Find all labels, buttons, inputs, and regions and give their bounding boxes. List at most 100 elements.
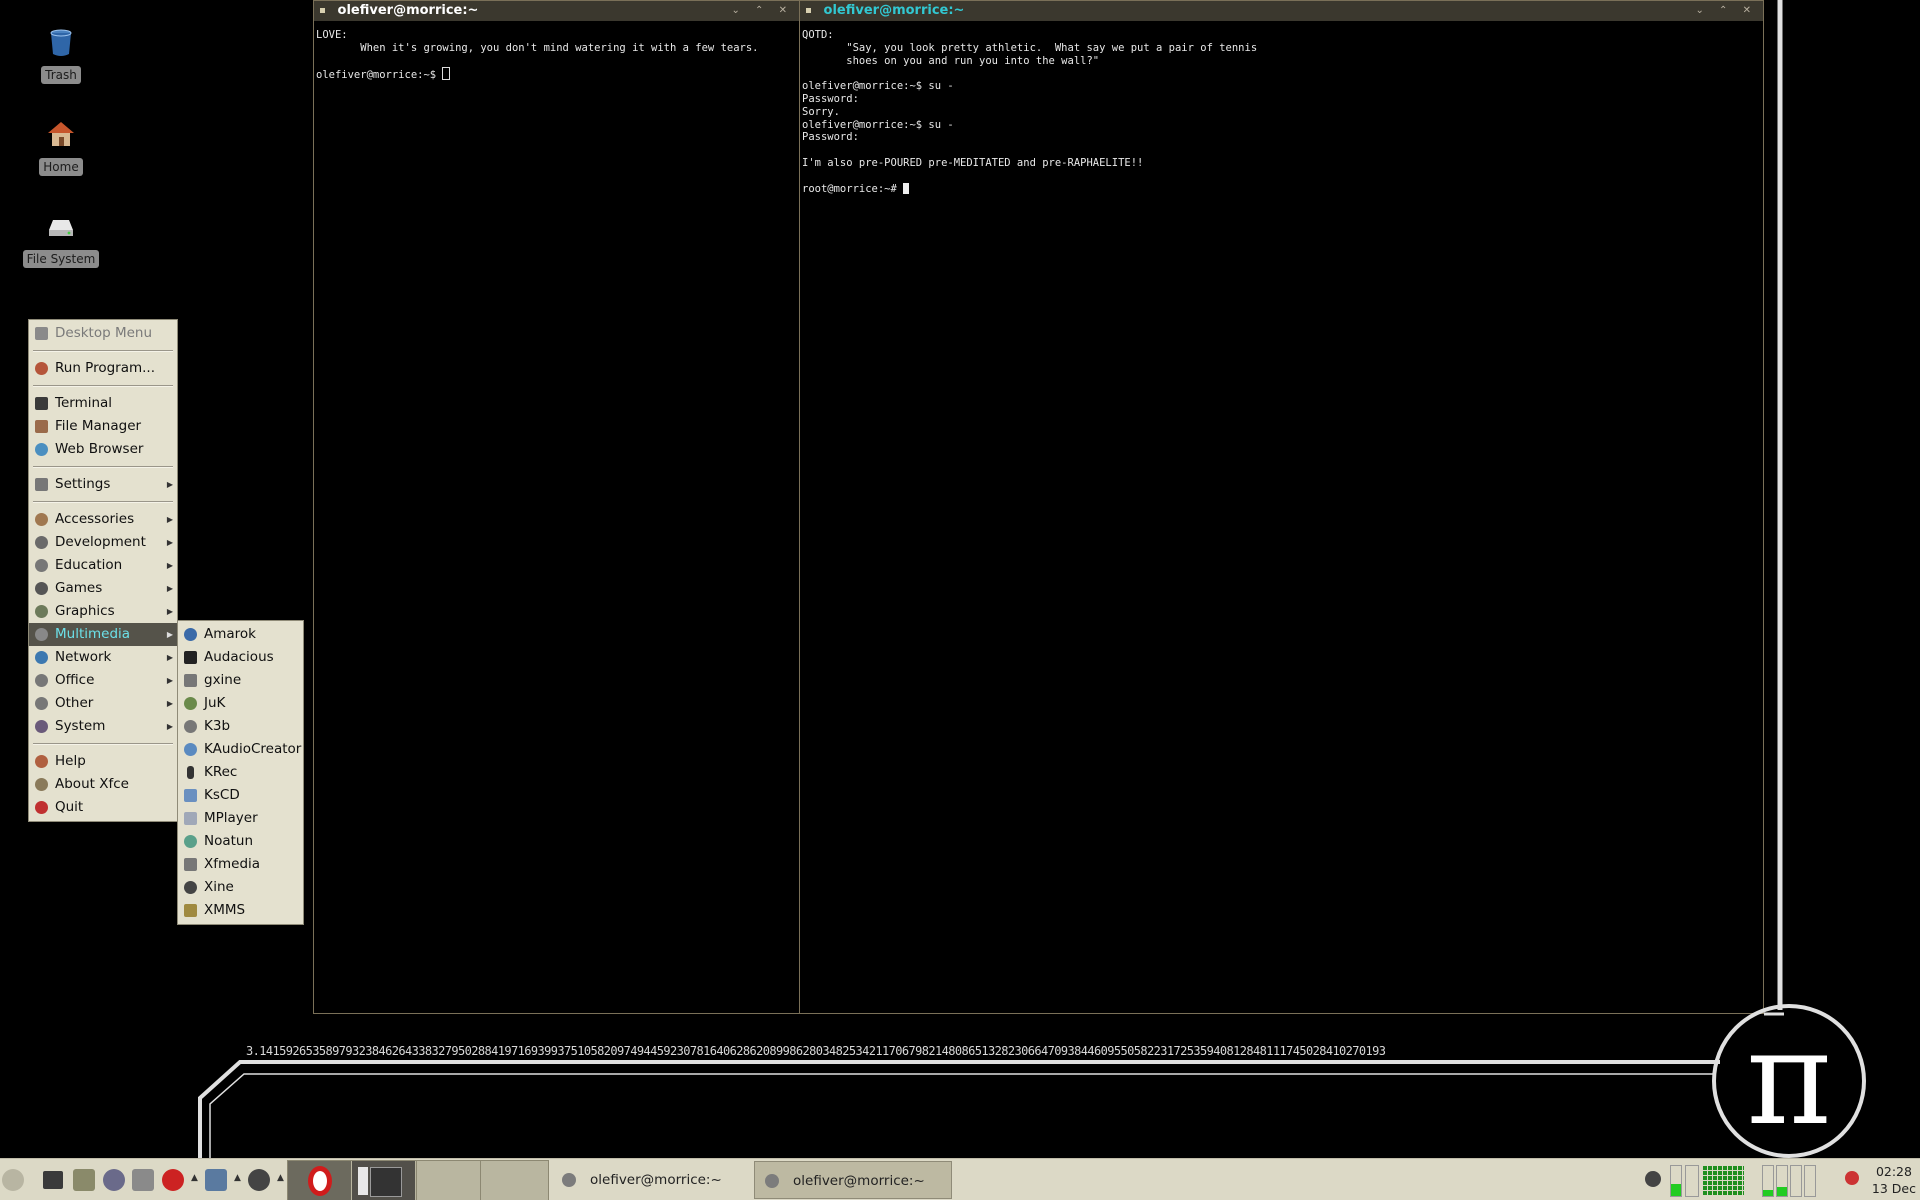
terminal-titlebar[interactable]: olefiver@morrice:~ ⌄ ⌃ ✕ [800,1,1763,21]
drive-icon [45,210,77,242]
window-menu-icon[interactable] [806,8,811,13]
desktop-icon-trash[interactable]: Trash [11,26,111,84]
workspace-3[interactable] [416,1161,480,1200]
menu-separator [33,350,173,352]
desktop-icon-filesystem[interactable]: File System [11,210,111,268]
taskbar-window-label: olefiver@morrice:~ [590,1172,722,1188]
menu-item-office[interactable]: Office ▶ [29,669,177,692]
system-icon [35,720,48,733]
workspace-4[interactable] [480,1161,547,1200]
cpu-graph-monitor[interactable] [1670,1165,1682,1197]
terminal-titlebar[interactable]: olefiver@morrice:~ ⌄ ⌃ ✕ [314,1,799,21]
load-graph-monitor[interactable] [1776,1165,1788,1197]
help-icon [35,755,48,768]
desktop-icon-label: File System [22,250,100,268]
menu-item-audacious[interactable]: Audacious [178,646,303,669]
terminal-window-left[interactable]: olefiver@morrice:~ ⌄ ⌃ ✕ LOVE: When it's… [313,0,800,1014]
launcher-arrow-icon[interactable]: ▲ [191,1173,198,1183]
menu-item-settings[interactable]: Settings ▶ [29,473,177,496]
menu-item-accessories[interactable]: Accessories ▶ [29,508,177,531]
window-title: olefiver@morrice:~ [823,3,965,18]
terminal-output[interactable]: QOTD: "Say, you look pretty athletic. Wh… [800,21,1763,203]
menu-item-about-xfce[interactable]: About Xfce [29,773,177,796]
taskbar-window-button[interactable]: olefiver@morrice:~ [552,1161,750,1199]
gxine-icon [184,674,197,687]
desktop-icon-home[interactable]: Home [11,118,111,176]
swap-graph-monitor[interactable] [1790,1165,1802,1197]
submenu-arrow-icon: ▶ [166,630,173,639]
menu-item-multimedia[interactable]: Multimedia ▶ [29,623,177,646]
menu-item-games[interactable]: Games ▶ [29,577,177,600]
text-editor-launcher-icon[interactable] [103,1169,125,1191]
memory-graph-monitor[interactable] [1702,1165,1744,1195]
network-graph-monitor[interactable] [1685,1165,1699,1197]
audacious-icon [184,651,197,664]
menu-item-xine[interactable]: Xine [178,876,303,899]
network-launcher-icon[interactable] [205,1169,227,1191]
launcher-arrow-icon[interactable]: ▲ [277,1173,284,1183]
menu-item-amarok[interactable]: Amarok [178,623,303,646]
multimedia-submenu: Amarok Audacious gxine JuK K3b KAudioCre… [177,620,304,925]
smiley-launcher-icon[interactable] [248,1169,270,1191]
menu-item-xmms[interactable]: XMMS [178,899,303,922]
menu-item-other[interactable]: Other ▶ [29,692,177,715]
xine-icon [184,881,197,894]
menu-separator [33,501,173,503]
terminal-launcher-icon[interactable] [43,1171,63,1189]
menu-separator [33,466,173,468]
menu-item-quit[interactable]: Quit [29,796,177,819]
menu-item-web-browser[interactable]: Web Browser [29,438,177,461]
menu-item-system[interactable]: System ▶ [29,715,177,738]
menu-item-juk[interactable]: JuK [178,692,303,715]
menu-item-mplayer[interactable]: MPlayer [178,807,303,830]
menu-item-development[interactable]: Development ▶ [29,531,177,554]
menu-item-network[interactable]: Network ▶ [29,646,177,669]
menu-item-graphics[interactable]: Graphics ▶ [29,600,177,623]
menu-item-xfmedia[interactable]: Xfmedia [178,853,303,876]
menu-item-run-program[interactable]: Run Program... [29,357,177,380]
k3b-icon [184,720,197,733]
taskbar-window-button-active[interactable]: olefiver@morrice:~ [754,1161,952,1199]
accessories-icon [35,513,48,526]
menu-item-kaudiocreator[interactable]: KAudioCreator [178,738,303,761]
menu-item-file-manager[interactable]: File Manager [29,415,177,438]
menu-item-help[interactable]: Help [29,750,177,773]
submenu-arrow-icon: ▶ [166,515,173,524]
clock[interactable]: 02:28 13 Dec [1872,1163,1916,1197]
disk-graph-monitor[interactable] [1762,1165,1774,1197]
settings-launcher-icon[interactable] [132,1169,154,1191]
window-menu-icon[interactable] [320,8,325,13]
settings-icon [35,478,48,491]
workspace-1[interactable] [288,1161,351,1200]
menu-item-gxine[interactable]: gxine [178,669,303,692]
xfce-menu-button[interactable] [2,1169,24,1191]
submenu-arrow-icon: ▶ [166,722,173,731]
menu-item-krec[interactable]: KRec [178,761,303,784]
disk-graph-bar [1763,1190,1773,1196]
workspace-pager[interactable] [287,1160,549,1200]
file-manager-launcher-icon[interactable] [73,1169,95,1191]
info-icon [35,778,48,791]
launcher-arrow-icon[interactable]: ▲ [234,1173,241,1183]
terminal-output[interactable]: LOVE: When it's growing, you don't mind … [314,21,799,90]
desktop-icon-label: Home [39,158,83,176]
window-controls[interactable]: ⌄ ⌃ ✕ [1696,1,1758,21]
tray-clock-icon[interactable] [1645,1171,1661,1187]
menu-item-education[interactable]: Education ▶ [29,554,177,577]
menu-item-noatun[interactable]: Noatun [178,830,303,853]
games-icon [35,582,48,595]
window-controls[interactable]: ⌄ ⌃ ✕ [732,1,794,21]
workspace-2[interactable] [352,1161,415,1200]
menu-item-terminal[interactable]: Terminal [29,392,177,415]
extra-graph-monitor[interactable] [1804,1165,1816,1197]
window-thumb [358,1167,368,1195]
pi-logo-icon: π [1712,1004,1866,1158]
menu-item-kscd[interactable]: KsCD [178,784,303,807]
xfmedia-icon [184,858,197,871]
menu-header: Desktop Menu [29,322,177,345]
volume-icon[interactable] [1845,1171,1859,1185]
load-graph-bar [1777,1187,1787,1196]
opera-launcher-icon[interactable] [162,1169,184,1191]
menu-item-k3b[interactable]: K3b [178,715,303,738]
terminal-window-right[interactable]: olefiver@morrice:~ ⌄ ⌃ ✕ QOTD: "Say, you… [799,0,1764,1014]
